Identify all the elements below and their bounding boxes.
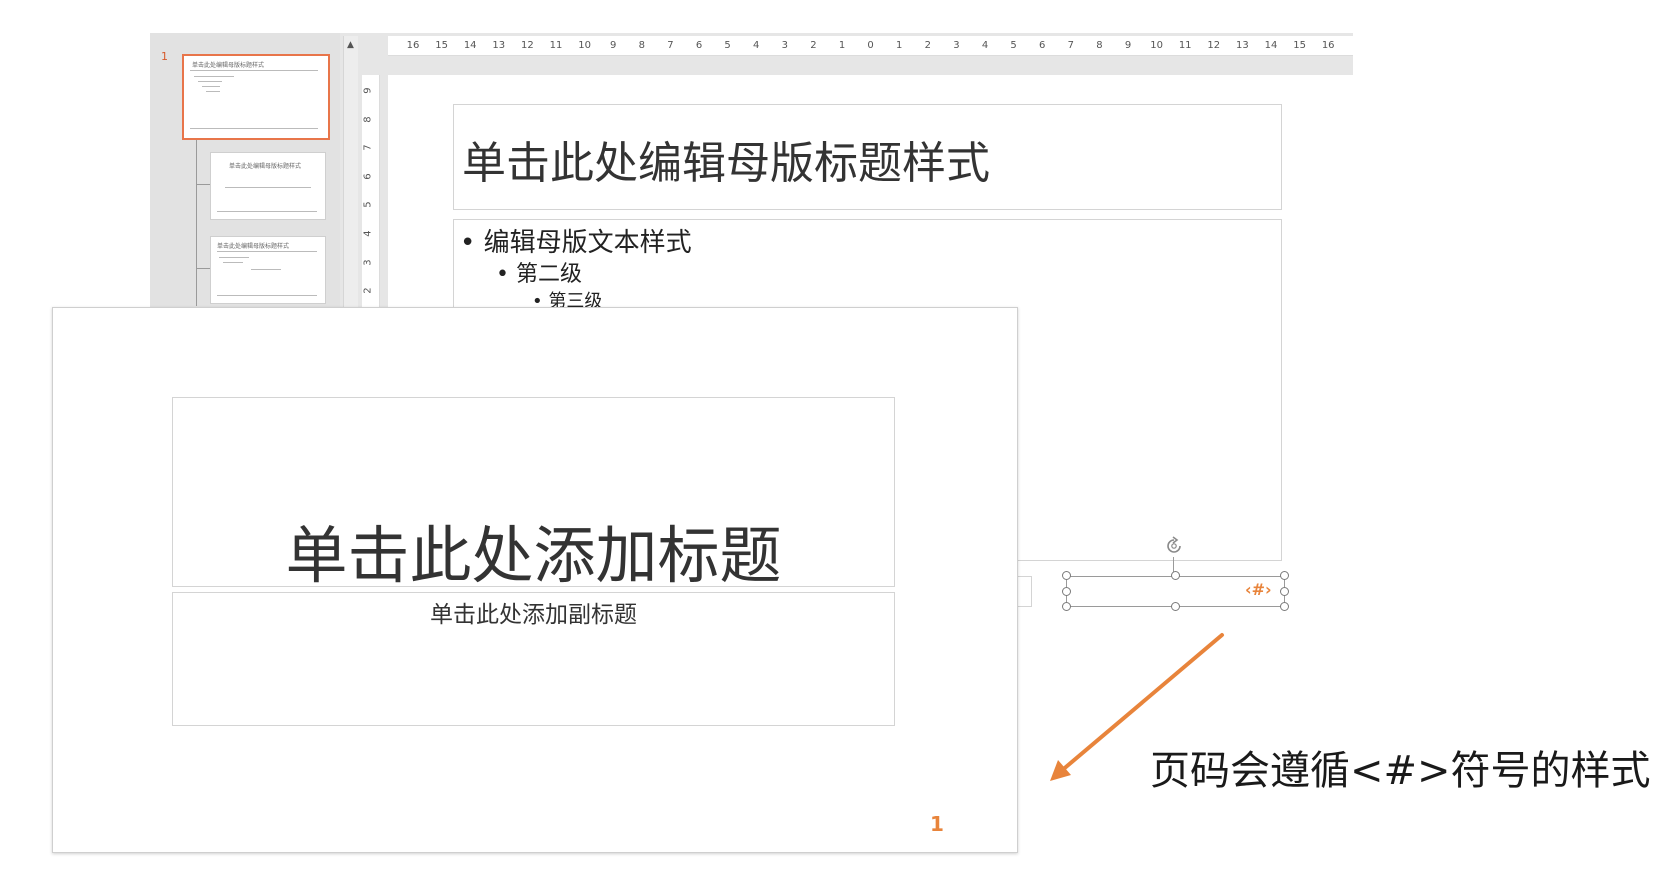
- thumbnail-connector: [196, 136, 210, 306]
- ruler-tick-label: 11: [1178, 40, 1192, 51]
- ruler-tick-label: 0: [867, 40, 874, 51]
- slide-title: 单击此处添加标题: [285, 519, 782, 592]
- ruler-tick-label: 16: [1321, 40, 1335, 51]
- annotation-text: 页码会遵循<#>符号的样式: [1150, 748, 1651, 794]
- thumbnail-connector: [196, 268, 210, 269]
- ruler-tick-label: 6: [362, 173, 374, 180]
- resize-handle[interactable]: [1280, 571, 1289, 580]
- resize-handle[interactable]: [1280, 587, 1289, 596]
- resize-handle[interactable]: [1280, 602, 1289, 611]
- resize-handle[interactable]: [1062, 602, 1071, 611]
- ruler-tick-label: 5: [1010, 40, 1017, 51]
- scroll-up-icon[interactable]: ▲: [343, 38, 358, 52]
- thumbnail-title: 单击此处编辑母版标题样式: [192, 62, 265, 69]
- ruler-tick-label: 8: [1096, 40, 1103, 51]
- ruler-tick-label: 9: [362, 87, 374, 94]
- ruler-tick-label: 2: [924, 40, 931, 51]
- rotate-handle-icon[interactable]: [1163, 535, 1185, 557]
- ruler-tick-label: 4: [753, 40, 760, 51]
- ruler-tick-label: 10: [1150, 40, 1163, 51]
- ruler-tick-label: 15: [435, 40, 448, 51]
- ruler-tick-label: 8: [638, 40, 645, 51]
- thumbnail-title-layout[interactable]: 单击此处编辑母版标题样式: [210, 152, 326, 220]
- ruler-tick-label: 1: [838, 40, 846, 51]
- ruler-tick-label: 2: [810, 40, 817, 51]
- ruler-tick-label: 15: [1293, 40, 1306, 51]
- slide-page-number: 1: [930, 812, 944, 836]
- master-title-text: 单击此处编辑母版标题样式: [462, 138, 990, 189]
- ruler-tick-label: 7: [362, 144, 374, 151]
- slide-subtitle: 单击此处添加副标题: [430, 602, 637, 628]
- ruler-tick-label: 16: [406, 40, 420, 51]
- ruler-tick-label: 5: [724, 40, 731, 51]
- thumbnail-connector: [196, 184, 210, 185]
- ruler-tick-label: 14: [1264, 40, 1278, 51]
- ruler-tick-label: 12: [1207, 40, 1221, 51]
- ruler-tick-label: 11: [549, 40, 563, 51]
- ruler-tick-label: 3: [953, 40, 960, 51]
- ruler-tick-label: 2: [362, 287, 374, 294]
- ruler-tick-label: 4: [362, 230, 374, 237]
- ruler-tick-label: 4: [981, 40, 989, 51]
- horizontal-ruler: 16 15 14 13 12 11 10 9 8 7 6 5 4 3 2 1 0 1 2 3 4 5 6 7 8 9 10 11 12 1…: [388, 36, 1353, 56]
- ruler-tick-label: 3: [362, 258, 374, 266]
- thumbnail-title: 单击此处编辑母版标题样式: [217, 243, 290, 250]
- ruler-tick-label: 9: [610, 40, 617, 51]
- thumbnail-slide-number: 1: [161, 50, 168, 63]
- ruler-tick-label: 14: [463, 40, 477, 51]
- ruler-tick-label: 6: [695, 40, 703, 51]
- thumbnail-master-slide[interactable]: 单击此处编辑母版标题样式: [182, 54, 330, 140]
- ruler-tick-label: 13: [492, 40, 506, 51]
- ruler-tick-label: 12: [521, 40, 534, 51]
- resize-handle[interactable]: [1062, 587, 1071, 596]
- ruler-tick-label: 1: [896, 40, 903, 51]
- ruler-tick-label: 8: [362, 115, 374, 123]
- bullet-level-2: • 第二级: [496, 262, 582, 287]
- resize-handle[interactable]: [1062, 571, 1071, 580]
- ruler-tick-label: 7: [1067, 40, 1074, 51]
- bullet-level-1: • 编辑母版文本样式: [460, 228, 692, 258]
- ruler-tick-label: 10: [578, 40, 591, 51]
- thumbnail-title: 单击此处编辑母版标题样式: [229, 163, 302, 170]
- ruler-tick-label: 7: [667, 40, 674, 51]
- ruler-tick-label: 5: [362, 201, 374, 209]
- ruler-tick-label: 3: [781, 40, 788, 51]
- ruler-tick-label: 13: [1236, 40, 1249, 51]
- page-number-field: ‹#›: [1245, 580, 1272, 599]
- ruler-tick-label: 9: [1124, 40, 1132, 51]
- ruler-tick-label: 6: [1039, 40, 1046, 51]
- thumbnail-content-layout[interactable]: 单击此处编辑母版标题样式: [210, 236, 326, 304]
- resize-handle[interactable]: [1171, 602, 1180, 611]
- resize-handle[interactable]: [1171, 571, 1180, 580]
